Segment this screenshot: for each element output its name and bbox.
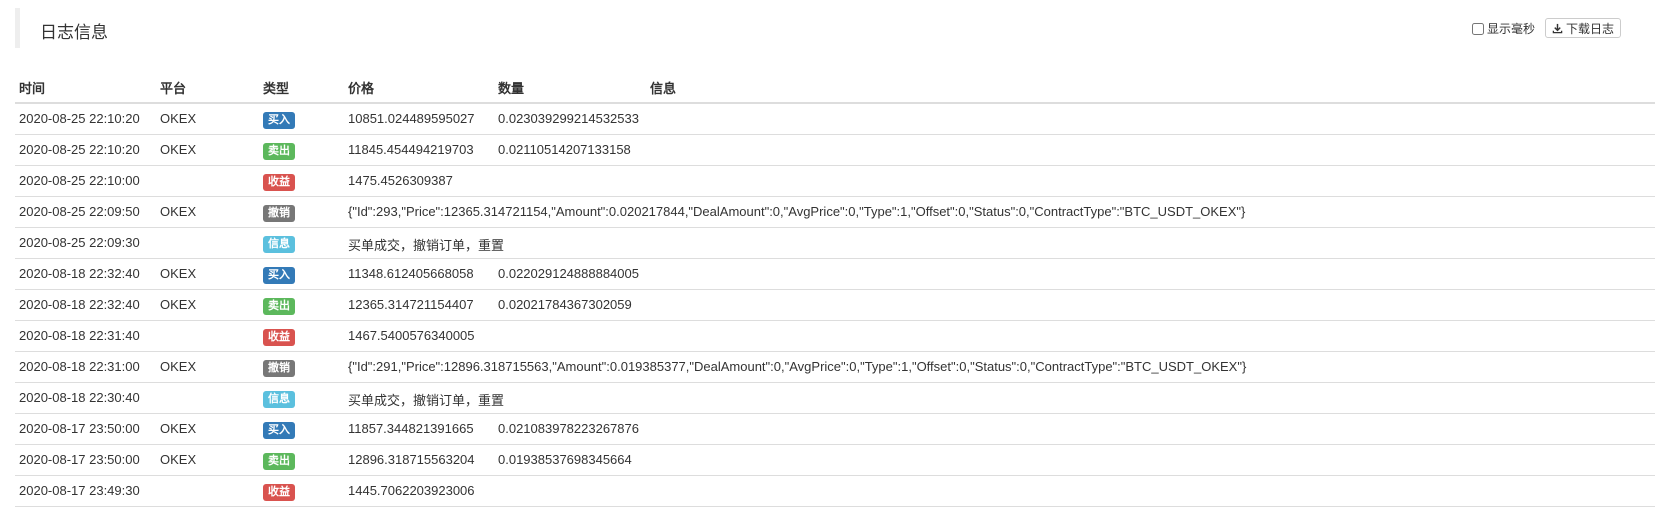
download-icon: [1552, 23, 1563, 33]
type-badge: 信息: [263, 236, 295, 253]
col-header-time[interactable]: 时间: [19, 78, 45, 97]
cell-price: {"Id":291,"Price":12896.318715563,"Amoun…: [348, 359, 1247, 374]
type-badge: 买入: [263, 267, 295, 284]
cell-price: {"Id":293,"Price":12365.314721154,"Amoun…: [348, 204, 1246, 219]
cell-platform: OKEX: [160, 204, 197, 219]
cell-type: 信息: [263, 235, 295, 253]
type-badge: 信息: [263, 391, 295, 408]
table-row: 2020-08-25 22:09:50 OKEX 撤销 {"Id":293,"Pric…: [15, 197, 1655, 228]
table-row: 2020-08-17 23:50:00 OKEX 卖出 12896.318715563…: [15, 445, 1655, 476]
table-row: 2020-08-17 23:50:00 OKEX 买入 11857.344821391…: [15, 414, 1655, 445]
cell-time: 2020-08-18 22:32:40: [19, 297, 140, 312]
table-header: 时间 平台 类型 价格 数量 信息: [15, 70, 1655, 104]
cell-time: 2020-08-18 22:31:00: [19, 359, 140, 374]
cell-platform: OKEX: [160, 359, 197, 374]
cell-type: 信息: [263, 390, 295, 408]
cell-price: 1467.5400576340005: [348, 328, 475, 343]
type-badge: 撤销: [263, 205, 295, 222]
col-header-type[interactable]: 类型: [263, 78, 289, 97]
cell-type: 撤销: [263, 359, 295, 377]
type-badge: 买入: [263, 112, 295, 129]
cell-type: 买入: [263, 266, 295, 284]
cell-time: 2020-08-18 22:32:40: [19, 266, 140, 281]
cell-amount: 0.022029124888884005: [498, 266, 639, 281]
cell-type: 收益: [263, 173, 295, 191]
cell-type: 买入: [263, 421, 295, 439]
type-badge: 收益: [263, 174, 295, 191]
table-row: 2020-08-18 22:32:40 OKEX 卖出 12365.314721154…: [15, 290, 1655, 321]
cell-price: 11857.344821391665: [348, 421, 474, 436]
table-row: 2020-08-17 23:49:30 收益 1445.7062203923006: [15, 476, 1655, 507]
col-header-info[interactable]: 信息: [650, 78, 676, 97]
type-badge: 收益: [263, 484, 295, 501]
cell-type: 卖出: [263, 297, 295, 315]
table-row: 2020-08-18 22:31:00 OKEX 撤销 {"Id":291,"Pric…: [15, 352, 1655, 383]
type-badge: 收益: [263, 329, 295, 346]
cell-price: 买单成交，撤销订单，重置: [348, 238, 505, 253]
cell-platform: OKEX: [160, 452, 197, 467]
cell-time: 2020-08-17 23:50:00: [19, 421, 140, 436]
cell-price: 11845.454494219703: [348, 142, 474, 157]
table-row: 2020-08-25 22:10:20 OKEX 买入 10851.024489595…: [15, 104, 1655, 135]
cell-type: 收益: [263, 483, 295, 501]
cell-platform: OKEX: [160, 297, 197, 312]
table-row: 2020-08-18 22:32:40 OKEX 买入 11348.612405668…: [15, 259, 1655, 290]
download-log-label: 下载日志: [1565, 21, 1614, 36]
table-row: 2020-08-18 22:30:40 信息 买单成交，撤销订单，重置: [15, 383, 1655, 414]
col-header-price[interactable]: 价格: [348, 78, 374, 97]
log-table: 时间 平台 类型 价格 数量 信息 2020-08-25 22:10:20 OKE…: [15, 70, 1655, 507]
cell-platform: OKEX: [160, 266, 197, 281]
type-badge: 买入: [263, 422, 295, 439]
table-row: 2020-08-25 22:10:00 收益 1475.4526309387: [15, 166, 1655, 197]
panel-title: 日志信息: [40, 23, 108, 42]
type-badge: 卖出: [263, 453, 295, 470]
cell-price: 10851.024489595027: [348, 111, 475, 126]
cell-time: 2020-08-25 22:09:50: [19, 204, 140, 219]
cell-time: 2020-08-25 22:10:20: [19, 111, 140, 126]
cell-time: 2020-08-17 23:50:00: [19, 452, 140, 467]
cell-time: 2020-08-25 22:10:00: [19, 173, 140, 188]
log-panel-header: 日志信息 显示毫秒 下载日志: [15, 8, 1655, 48]
cell-type: 买入: [263, 111, 295, 129]
cell-platform: OKEX: [160, 142, 197, 157]
cell-price: 11348.612405668058: [348, 266, 474, 281]
cell-type: 卖出: [263, 452, 295, 470]
type-badge: 卖出: [263, 298, 295, 315]
cell-amount: 0.021083978223267876: [498, 421, 639, 436]
table-row: 2020-08-25 22:09:30 信息 买单成交，撤销订单，重置: [15, 228, 1655, 259]
cell-type: 卖出: [263, 142, 295, 160]
cell-price: 1475.4526309387: [348, 173, 453, 188]
show-ms-label: 显示毫秒: [1486, 22, 1535, 36]
cell-type: 收益: [263, 328, 295, 346]
cell-time: 2020-08-25 22:09:30: [19, 235, 140, 250]
cell-time: 2020-08-25 22:10:20: [19, 142, 140, 157]
table-row: 2020-08-18 22:31:40 收益 1467.5400576340005: [15, 321, 1655, 352]
cell-amount: 0.01938537698345664: [498, 452, 632, 467]
cell-amount: 0.023039299214532533: [498, 111, 639, 126]
download-log-button[interactable]: 下载日志: [1544, 18, 1621, 38]
col-header-platform[interactable]: 平台: [160, 78, 186, 97]
type-badge: 卖出: [263, 143, 295, 160]
table-body: 2020-08-25 22:10:20 OKEX 买入 10851.024489595…: [15, 104, 1655, 507]
cell-price: 买单成交，撤销订单，重置: [348, 393, 505, 408]
cell-time: 2020-08-18 22:30:40: [19, 390, 140, 405]
cell-type: 撤销: [263, 204, 295, 222]
cell-price: 12365.314721154407: [348, 297, 474, 312]
col-header-amount[interactable]: 数量: [498, 78, 524, 97]
cell-amount: 0.02110514207133158: [498, 142, 631, 157]
show-ms-toggle[interactable]: 显示毫秒: [1471, 20, 1535, 37]
cell-platform: OKEX: [160, 421, 197, 436]
cell-price: 12896.318715563204: [348, 452, 475, 467]
cell-amount: 0.02021784367302059: [498, 297, 632, 312]
header-accent-bar: [15, 8, 20, 48]
show-ms-checkbox[interactable]: [1471, 22, 1484, 35]
cell-time: 2020-08-18 22:31:40: [19, 328, 140, 343]
cell-platform: OKEX: [160, 111, 197, 126]
table-row: 2020-08-25 22:10:20 OKEX 卖出 11845.454494219…: [15, 135, 1655, 166]
type-badge: 撤销: [263, 360, 295, 377]
